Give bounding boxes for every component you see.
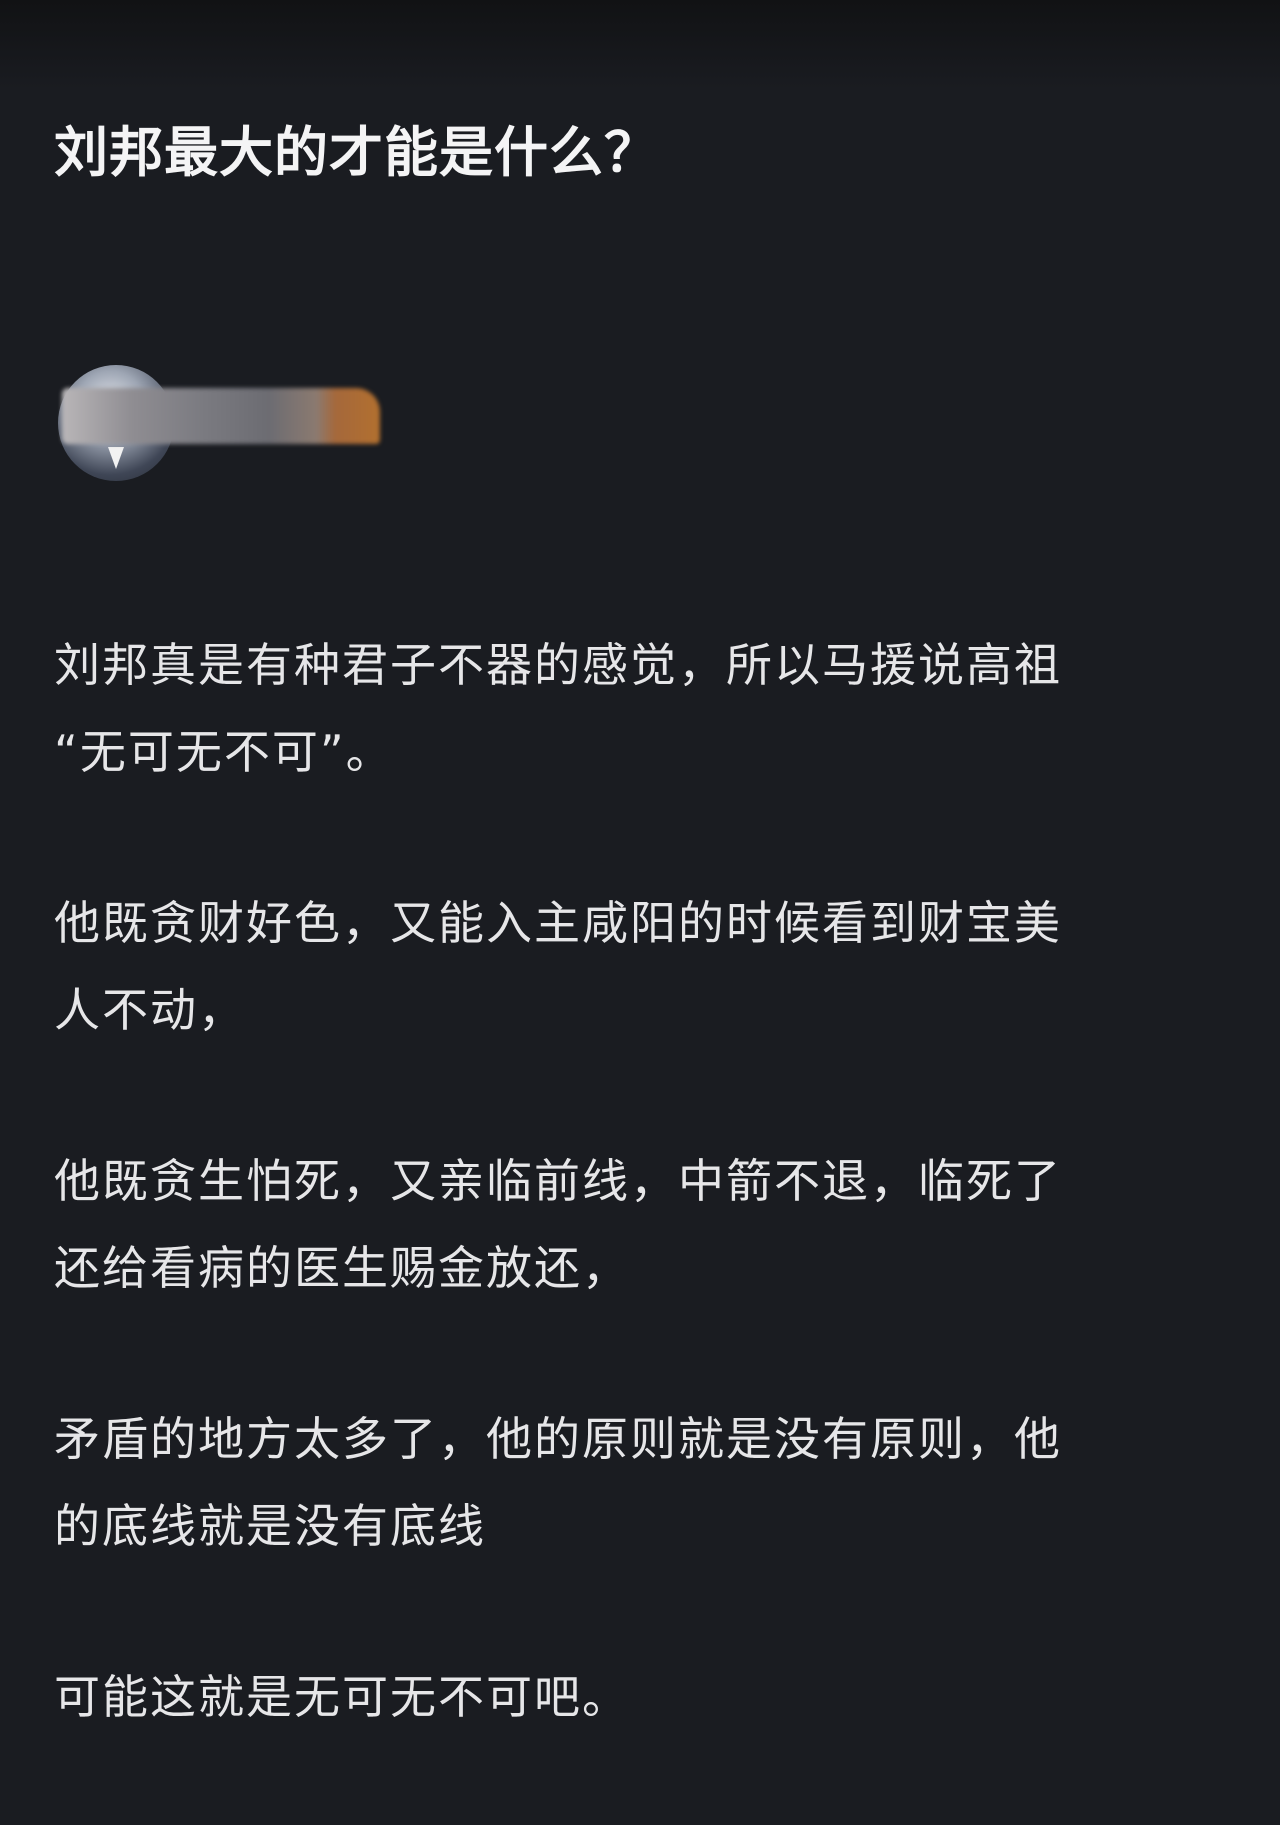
- author-row[interactable]: [54, 365, 414, 485]
- answer-paragraph-1: 刘邦真是有种君子不器的感觉，所以马援说高祖 “无可无不可”。: [54, 622, 1234, 796]
- answer-line: 他既贪生怕死，又亲临前线，中箭不退，临死了: [54, 1154, 1062, 1208]
- answer-line: 可能这就是无可无不可吧。: [54, 1670, 630, 1724]
- answer-line: “无可无不可”。: [54, 725, 394, 779]
- answer-line: 刘邦真是有种君子不器的感觉，所以马援说高祖: [54, 638, 1062, 692]
- answer-line: 矛盾的地方太多了，他的原则就是没有原则，他: [54, 1412, 1062, 1466]
- answer-line: 人不动，: [54, 983, 246, 1037]
- answer-body: 刘邦真是有种君子不器的感觉，所以马援说高祖 “无可无不可”。 他既贪财好色，又能…: [54, 622, 1234, 1825]
- author-name-redacted[interactable]: [62, 388, 380, 444]
- avatar-icon: [108, 447, 124, 469]
- answer-paragraph-4: 矛盾的地方太多了，他的原则就是没有原则，他 的底线就是没有底线: [54, 1396, 1234, 1570]
- question-title[interactable]: 刘邦最大的才能是什么？: [54, 118, 659, 188]
- answer-paragraph-2: 他既贪财好色，又能入主咸阳的时候看到财宝美 人不动，: [54, 880, 1234, 1054]
- answer-paragraph-3: 他既贪生怕死，又亲临前线，中箭不退，临死了 还给看病的医生赐金放还，: [54, 1138, 1234, 1312]
- answer-line: 还给看病的医生赐金放还，: [54, 1241, 630, 1295]
- answer-paragraph-5: 可能这就是无可无不可吧。: [54, 1654, 1234, 1741]
- top-shade: [0, 0, 1280, 90]
- answer-line: 他既贪财好色，又能入主咸阳的时候看到财宝美: [54, 896, 1062, 950]
- answer-line: 的底线就是没有底线: [54, 1499, 486, 1553]
